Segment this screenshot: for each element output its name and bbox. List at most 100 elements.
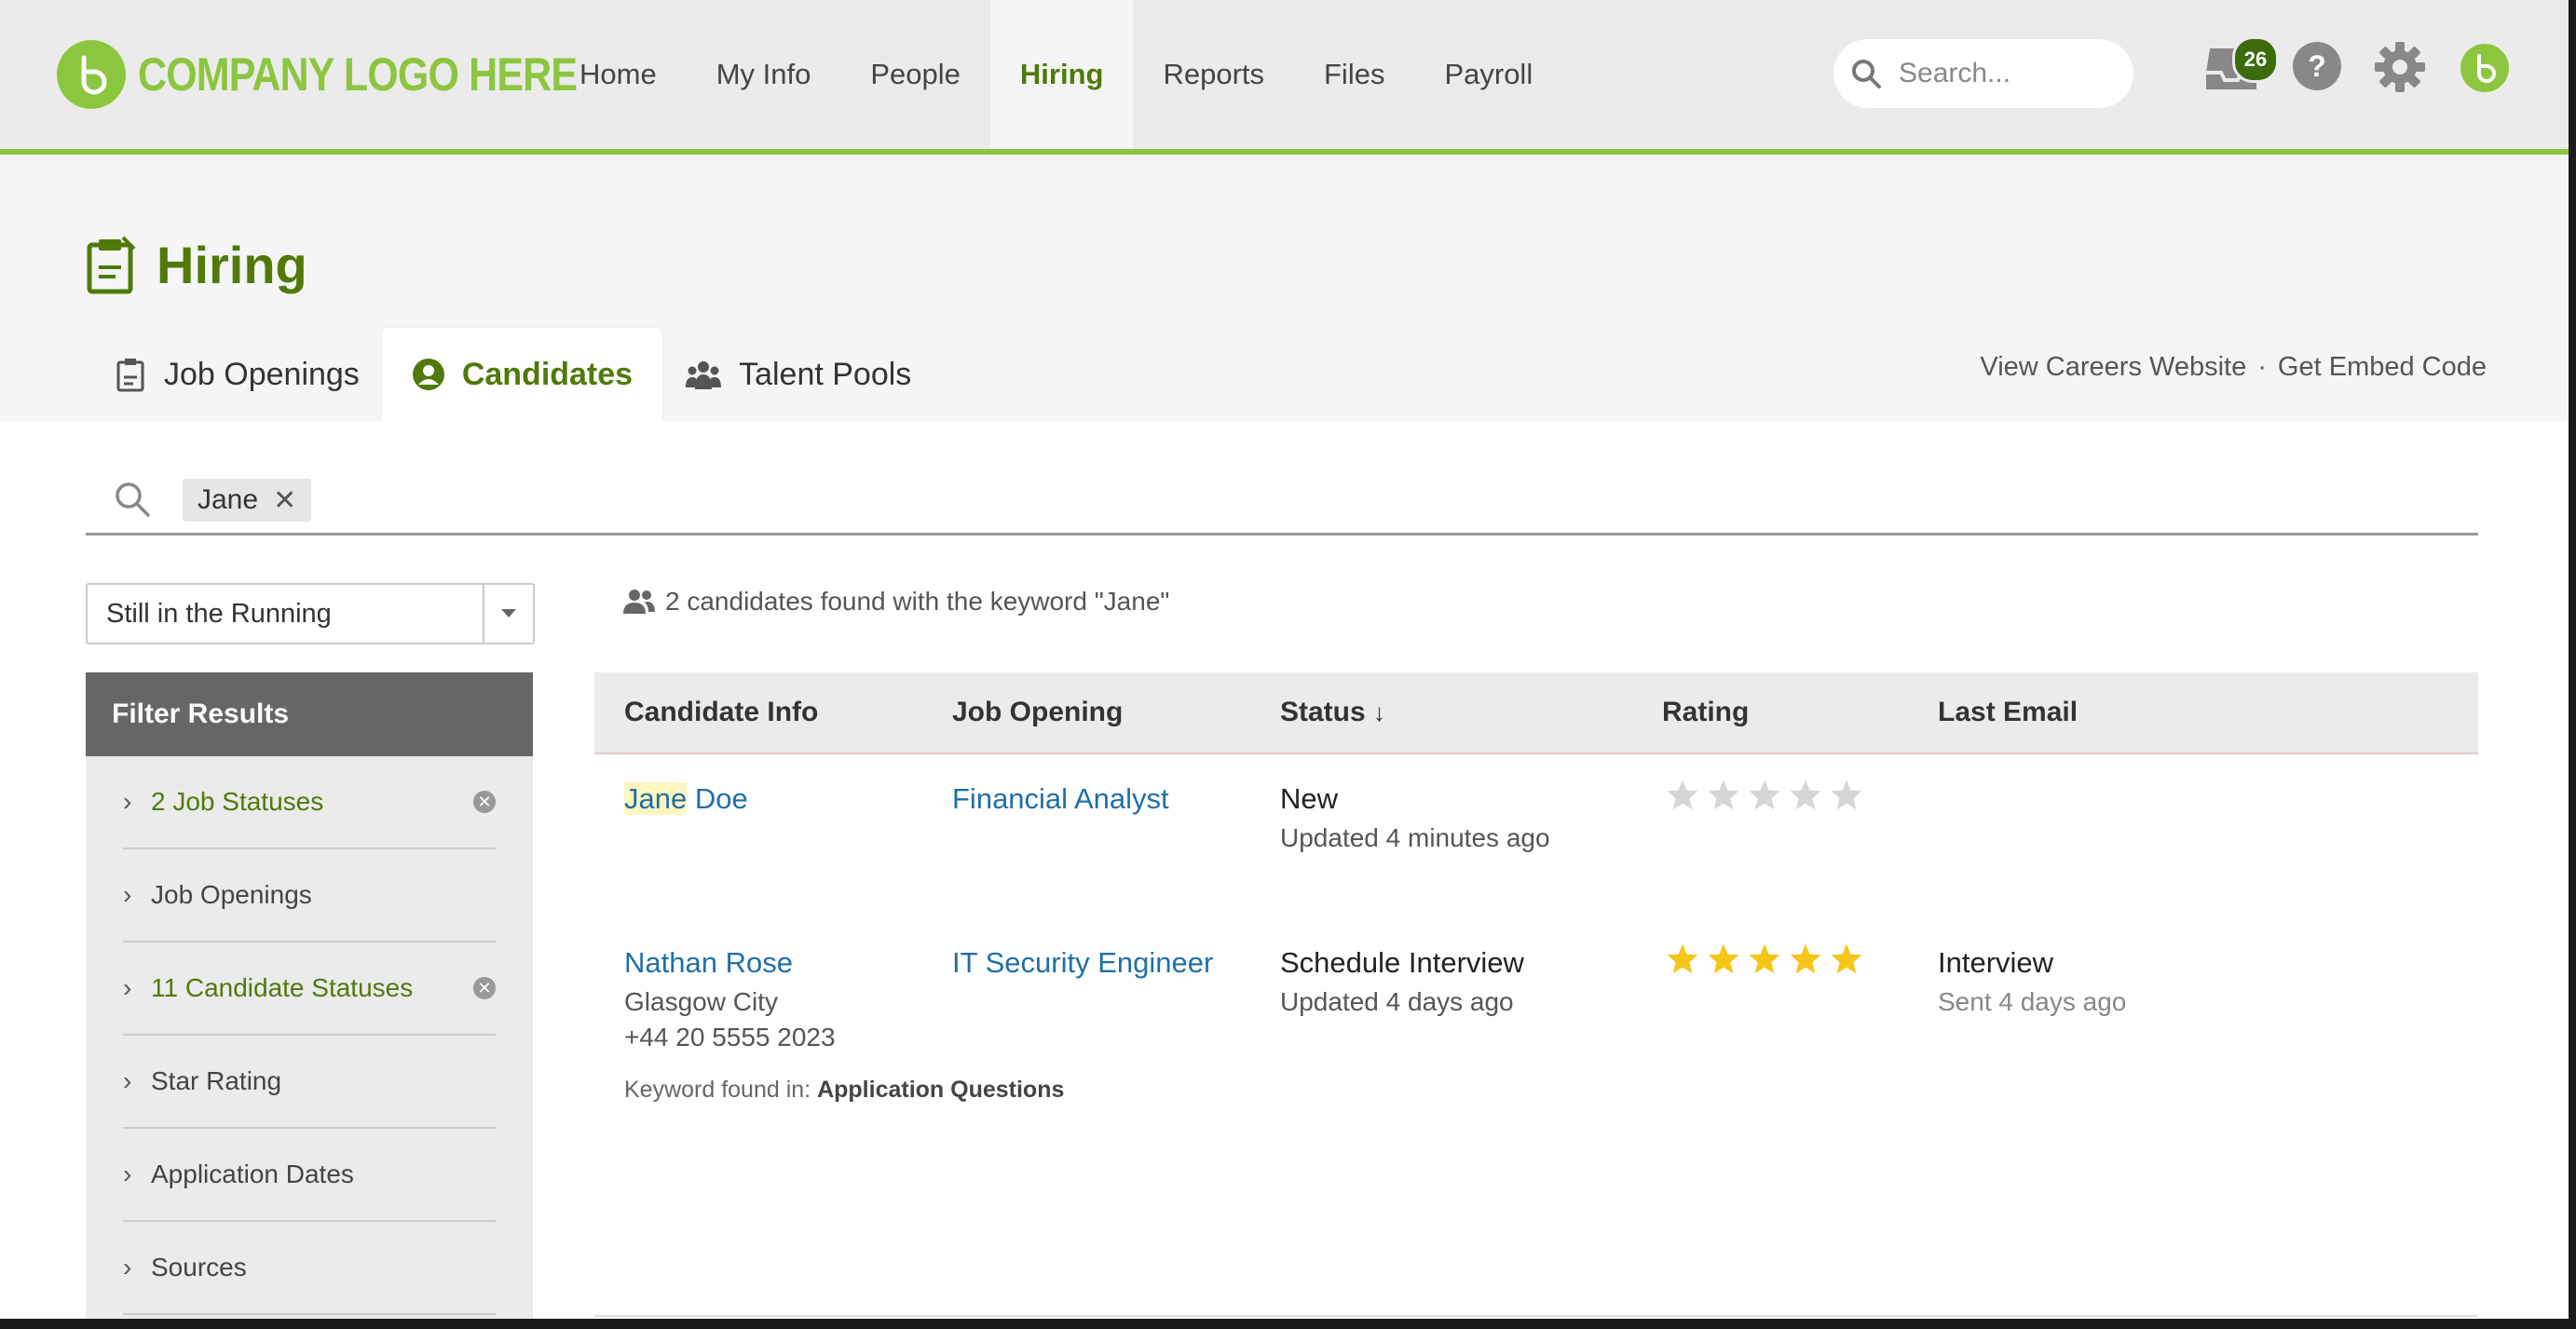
search-icon — [116, 482, 150, 517]
col-status[interactable]: Status ↓ — [1280, 672, 1385, 753]
last-email-cell: Interview Sent 4 days ago — [1938, 946, 2126, 1017]
chevron-right-icon: › — [123, 1159, 132, 1188]
result-summary: 2 candidates found with the keyword "Jan… — [622, 587, 1169, 617]
tab-candidates[interactable]: Candidates — [381, 328, 663, 421]
chevron-right-icon: › — [123, 787, 132, 816]
table-row[interactable]: Nathan Rose Glasgow City +44 20 5555 202… — [594, 920, 2478, 1317]
star-rating[interactable] — [1666, 943, 1863, 974]
status-updated: Updated 4 days ago — [1280, 987, 1514, 1016]
col-rating[interactable]: Rating — [1662, 672, 1749, 753]
nav-my-info[interactable]: My Info — [687, 0, 841, 149]
col-candidate-info[interactable]: Candidate Info — [624, 672, 818, 753]
result-summary-text: 2 candidates found with the keyword "Jan… — [665, 587, 1170, 616]
page-heading: Hiring — [86, 235, 307, 295]
view-careers-website-link[interactable]: View Careers Website — [1980, 352, 2246, 382]
col-status-label: Status — [1280, 697, 1366, 727]
star-filled-icon[interactable] — [1789, 943, 1822, 974]
keyword-highlight: Jane — [624, 782, 688, 815]
tab-talent-pools-label: Talent Pools — [739, 356, 912, 392]
keyword-found-note: Keyword found in: Application Questions — [624, 1077, 1064, 1104]
filter-star-rating[interactable]: › Star Rating — [123, 1036, 496, 1129]
star-empty-icon[interactable] — [1666, 779, 1699, 810]
star-empty-icon[interactable] — [1789, 779, 1822, 810]
inbox-count-badge: 26 — [2232, 36, 2279, 83]
global-search[interactable] — [1833, 39, 2133, 108]
app-window: COMPANY LOGO HERE Home My Info People Hi… — [0, 0, 2569, 1319]
tab-job-openings-label: Job Openings — [164, 356, 360, 392]
candidate-location: Glasgow City — [624, 987, 778, 1016]
candidate-phone: +44 20 5555 2023 — [624, 1023, 836, 1051]
candidate-status-select[interactable]: Still in the Running — [86, 583, 535, 644]
star-empty-icon[interactable] — [1830, 779, 1863, 810]
top-navigation: COMPANY LOGO HERE Home My Info People Hi… — [0, 0, 2569, 155]
job-opening-link[interactable]: Financial Analyst — [952, 782, 1169, 816]
nav-people[interactable]: People — [840, 0, 990, 149]
candidate-name-link[interactable]: Jane Doe — [624, 782, 748, 816]
chevron-down-icon[interactable] — [483, 585, 533, 643]
status-cell: Schedule Interview Updated 4 days ago — [1280, 946, 1524, 1017]
last-email-sent: Sent 4 days ago — [1938, 987, 2127, 1016]
filter-sources[interactable]: › Sources — [123, 1222, 496, 1315]
search-icon — [1852, 60, 1881, 88]
hiring-icon — [87, 236, 136, 293]
candidate-name-rest: Doe — [687, 782, 748, 815]
remove-keyword-icon[interactable]: ✕ — [273, 484, 296, 517]
filter-job-statuses[interactable]: › 2 Job Statuses ✕ — [123, 756, 496, 849]
clear-filter-icon[interactable]: ✕ — [473, 977, 496, 999]
star-empty-icon[interactable] — [1707, 779, 1740, 810]
nav-payroll[interactable]: Payroll — [1414, 0, 1562, 149]
clear-filter-icon[interactable]: ✕ — [473, 791, 496, 813]
people-icon — [623, 590, 655, 614]
job-opening-link[interactable]: IT Security Engineer — [952, 946, 1213, 980]
group-icon — [686, 361, 722, 389]
star-filled-icon[interactable] — [1707, 943, 1740, 974]
chevron-right-icon: › — [123, 1066, 132, 1095]
filter-job-openings[interactable]: › Job Openings — [123, 849, 496, 943]
filter-label: Star Rating — [151, 1066, 282, 1095]
star-filled-icon[interactable] — [1748, 943, 1781, 974]
svg-text:?: ? — [2308, 49, 2326, 83]
logo-icon — [57, 40, 126, 109]
tab-talent-pools[interactable]: Talent Pools — [662, 328, 934, 421]
table-row[interactable]: Jane Doe Financial Analyst New Updated 4… — [594, 754, 2478, 920]
star-rating[interactable] — [1666, 779, 1863, 810]
filter-candidate-statuses[interactable]: › 11 Candidate Statuses ✕ — [123, 943, 496, 1036]
nav-reports[interactable]: Reports — [1133, 0, 1294, 149]
star-empty-icon[interactable] — [1748, 779, 1781, 810]
tab-job-openings[interactable]: Job Openings — [93, 328, 382, 421]
filter-label: Job Openings — [151, 880, 312, 909]
candidates-table: Candidate Info Job Opening Status ↓ Rati… — [594, 672, 2478, 1317]
last-email-label: Interview — [1938, 946, 2054, 979]
help-icon[interactable]: ? — [2292, 41, 2342, 91]
star-filled-icon[interactable] — [1666, 943, 1699, 974]
table-header: Candidate Info Job Opening Status ↓ Rati… — [594, 672, 2478, 754]
gear-icon[interactable] — [2374, 41, 2426, 93]
nav-files[interactable]: Files — [1294, 0, 1414, 149]
chevron-right-icon: › — [123, 1253, 132, 1282]
candidate-status-select-value: Still in the Running — [106, 598, 332, 629]
filter-results-panel: Filter Results › 2 Job Statuses ✕ › Job … — [86, 672, 533, 1319]
filter-label: 2 Job Statuses — [151, 787, 324, 816]
filter-label: Application Dates — [151, 1159, 354, 1188]
keyword-chip: Jane ✕ — [183, 479, 312, 522]
keyword-search-bar[interactable]: Jane ✕ — [86, 466, 2478, 536]
star-filled-icon[interactable] — [1830, 943, 1863, 974]
nav-home[interactable]: Home — [550, 0, 687, 149]
keyword-chip-label: Jane — [198, 484, 259, 515]
logo-text: COMPANY LOGO HERE — [138, 48, 578, 101]
header-links: View Careers Website · Get Embed Code — [1980, 352, 2487, 383]
sort-down-icon: ↓ — [1373, 698, 1386, 726]
col-last-email[interactable]: Last Email — [1938, 672, 2078, 753]
global-search-input[interactable] — [1897, 57, 2115, 90]
page-title: Hiring — [157, 236, 307, 294]
chevron-right-icon: › — [123, 973, 132, 1002]
nav-hiring[interactable]: Hiring — [989, 0, 1134, 149]
get-embed-code-link[interactable]: Get Embed Code — [2278, 352, 2487, 382]
filter-application-dates[interactable]: › Application Dates — [123, 1129, 496, 1222]
tab-candidates-label: Candidates — [461, 356, 634, 392]
status-label: New — [1280, 782, 1339, 815]
clipboard-icon — [116, 359, 144, 392]
avatar[interactable] — [2460, 43, 2510, 93]
status-cell: New Updated 4 minutes ago — [1280, 782, 1550, 853]
col-job-opening[interactable]: Job Opening — [952, 672, 1123, 753]
